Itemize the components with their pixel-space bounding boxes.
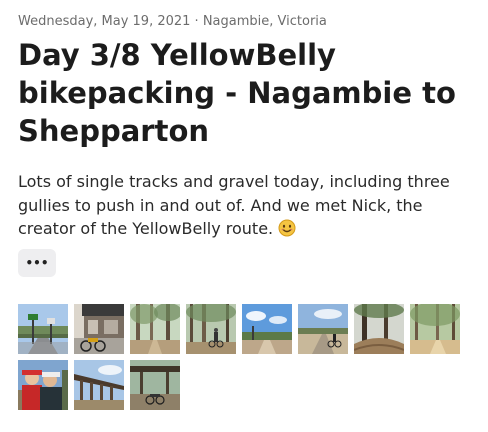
photo-cyclist-road [298, 304, 348, 354]
smiling-face-icon [278, 219, 296, 237]
post-meta: Wednesday, May 19, 2021 · Nagambie, Vict… [18, 14, 327, 29]
photo-forest-track [130, 304, 180, 354]
photo-thumbnail[interactable] [354, 304, 404, 354]
photo-thumbnail[interactable] [186, 304, 236, 354]
photo-thumbnail[interactable] [242, 304, 292, 354]
more-options-button[interactable]: ••• [18, 249, 56, 277]
photo-shopfront-bikes [74, 304, 124, 354]
photo-sunny-trail [410, 304, 460, 354]
photo-thumbnail[interactable] [18, 360, 68, 410]
photo-rail-bridge [74, 360, 124, 410]
photo-gravel-sky [242, 304, 292, 354]
post-title: Day 3/8 YellowBelly bikepacking - Nagamb… [18, 38, 456, 148]
photo-bikes-shade [130, 360, 180, 410]
photo-thumbnail[interactable] [74, 304, 124, 354]
photo-rider-trees [186, 304, 236, 354]
photo-thumbnail[interactable] [130, 360, 180, 410]
photo-gully [354, 304, 404, 354]
photo-thumbnail[interactable] [298, 304, 348, 354]
photo-road-signs [18, 304, 68, 354]
post-description: Lots of single tracks and gravel today, … [18, 170, 458, 241]
photo-thumbnail[interactable] [410, 304, 460, 354]
photo-selfie-riders [18, 360, 68, 410]
photo-thumbnail[interactable] [130, 304, 180, 354]
photo-thumbnail[interactable] [74, 360, 124, 410]
description-text: Lots of single tracks and gravel today, … [18, 172, 450, 238]
photo-thumbnail[interactable] [18, 304, 68, 354]
